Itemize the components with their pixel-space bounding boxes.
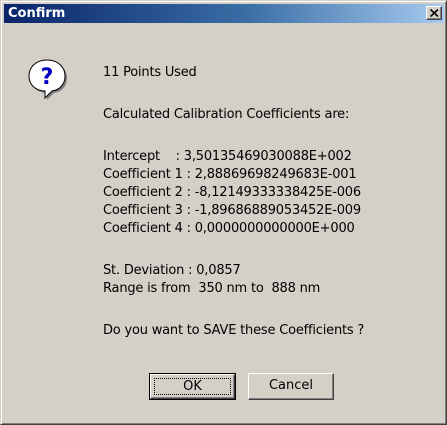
ok-button[interactable]: OK [149,373,236,400]
svg-text:?: ? [41,65,54,90]
calc-header-text: Calculated Calibration Coefficients are: [103,107,350,122]
coefficient-1: Coefficient 1 : 2,88869698249683E-001 [103,167,357,182]
cancel-button[interactable]: Cancel [248,373,334,400]
window-title: Confirm [8,6,66,21]
range-text: Range is from 350 nm to 888 nm [103,281,321,296]
ok-button-label: OK [183,379,202,394]
title-bar[interactable]: Confirm [4,4,444,23]
close-icon [430,9,439,17]
coefficient-4: Coefficient 4 : 0,0000000000000E+000 [103,221,355,236]
confirm-dialog: Confirm ? 11 Points Used Calculated Cali… [0,0,447,425]
coefficient-intercept: Intercept : 3,50135469030088E+002 [103,149,352,164]
std-deviation-text: St. Deviation : 0,0857 [103,263,241,278]
close-button[interactable] [426,6,442,20]
save-question-text: Do you want to SAVE these Coefficients ? [103,323,365,338]
points-used-text: 11 Points Used [103,65,197,80]
coefficient-2: Coefficient 2 : -8,12149333338425E-006 [103,185,361,200]
coefficient-3: Coefficient 3 : -1,89686889053452E-009 [103,203,361,218]
question-icon: ? [28,59,67,100]
